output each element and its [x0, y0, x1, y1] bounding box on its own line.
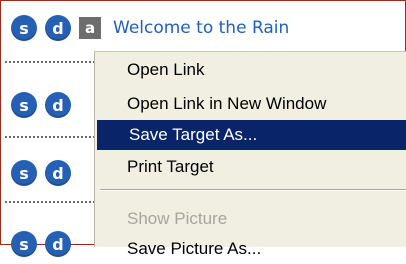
- menu-item-save-picture-as[interactable]: Save Picture As...: [95, 234, 406, 264]
- s-badge-icon[interactable]: s: [11, 160, 37, 186]
- s-badge-icon[interactable]: s: [11, 231, 37, 257]
- dotted-divider: [5, 201, 95, 203]
- menu-item-show-picture: Show Picture: [127, 209, 228, 228]
- list-item: s d: [11, 156, 79, 190]
- welcome-link[interactable]: Welcome to the Rain: [113, 18, 289, 38]
- dotted-divider: [5, 136, 95, 138]
- s-badge-icon[interactable]: s: [11, 92, 37, 118]
- menu-item-print-target[interactable]: Print Target: [95, 152, 406, 182]
- menu-item-open-link-new-window[interactable]: Open Link in New Window: [95, 89, 406, 119]
- context-menu: Open Link Open Link in New Window Save T…: [94, 51, 406, 258]
- menu-separator: [100, 189, 406, 191]
- list-item: s d: [11, 227, 79, 261]
- list-item: s d: [11, 88, 79, 122]
- d-badge-icon[interactable]: d: [45, 160, 71, 186]
- a-badge-icon[interactable]: a: [79, 17, 101, 39]
- d-badge-icon[interactable]: d: [45, 92, 71, 118]
- d-badge-icon[interactable]: d: [45, 231, 71, 257]
- d-badge-icon[interactable]: d: [45, 15, 71, 41]
- menu-item-save-target-as[interactable]: Save Target As...: [97, 120, 406, 150]
- s-badge-icon[interactable]: s: [11, 15, 37, 41]
- menu-item-open-link[interactable]: Open Link: [95, 55, 406, 85]
- page-frame: s d a Welcome to the Rain s d s d s d Op…: [0, 0, 406, 258]
- list-item: s d a Welcome to the Rain: [11, 11, 289, 45]
- dotted-divider: [5, 61, 95, 63]
